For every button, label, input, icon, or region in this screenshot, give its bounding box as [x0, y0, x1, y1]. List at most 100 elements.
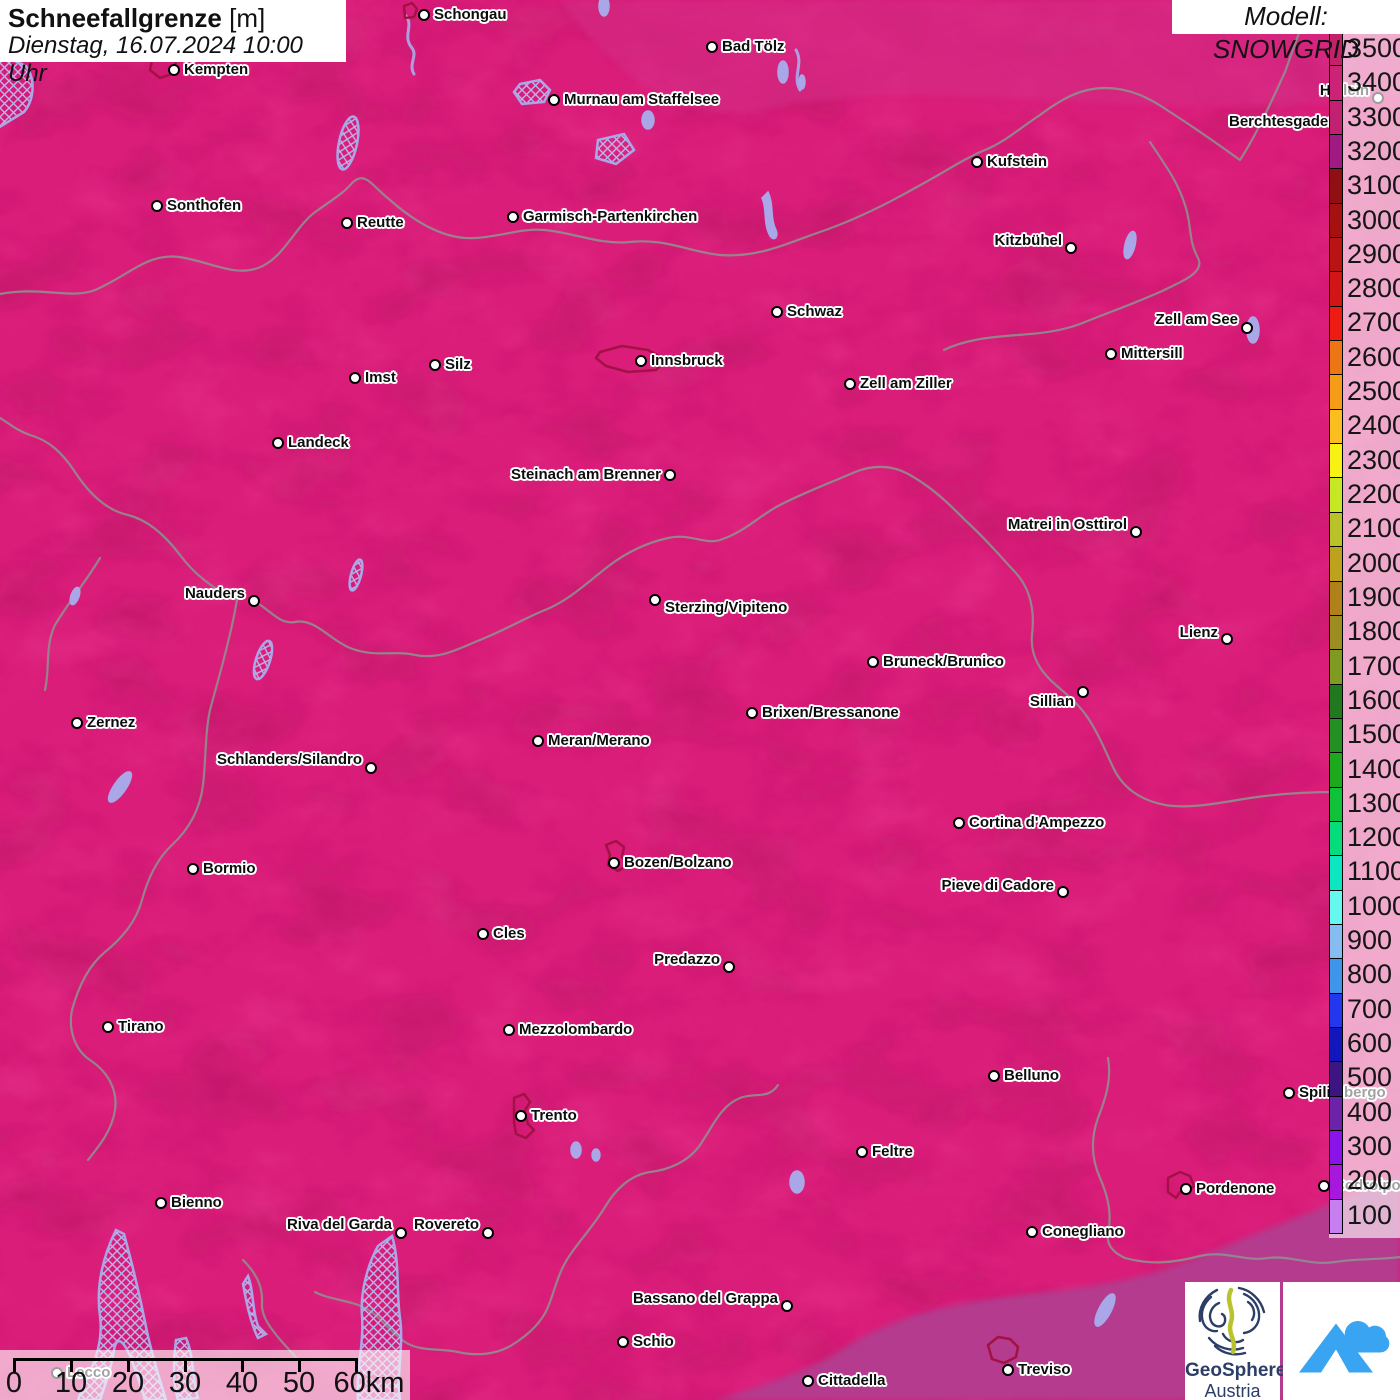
- city-label: Schwaz: [787, 303, 843, 320]
- city-label: Predazzo: [654, 951, 720, 968]
- city-dot: [502, 1023, 515, 1036]
- city-label: Zell am See: [1155, 311, 1238, 328]
- city-label: Murnau am Staffelsee: [564, 91, 720, 108]
- city-dot: [801, 1374, 814, 1387]
- title-unit: [m]: [229, 3, 266, 33]
- city-label: Landeck: [288, 434, 349, 451]
- title-box: Schneefallgrenze [m] Dienstag, 16.07.202…: [0, 0, 346, 87]
- city-label: Feltre: [872, 1143, 913, 1160]
- city-label: Zell am Ziller: [860, 375, 952, 392]
- city-label: Hallein: [1319, 82, 1369, 99]
- city-label: Sterzing/Vipiteno: [665, 599, 788, 616]
- scalebar-label: 0: [5, 1367, 23, 1399]
- city-label: Bassano del Grappa: [632, 1290, 778, 1307]
- city-label: Spilimbergo: [1299, 1084, 1386, 1101]
- city-label: Matrei in Osttirol: [1007, 516, 1127, 533]
- city-dot: [364, 761, 377, 774]
- city-label: Mittersill: [1121, 345, 1183, 362]
- geosphere-logo-icon: [1198, 1286, 1266, 1356]
- scalebar-label: 20: [111, 1367, 145, 1399]
- city-label: Reutte: [357, 214, 404, 231]
- model-label: Modell: SNOWGRID: [1172, 0, 1400, 64]
- weather-map-page: Schongau Bad Tölz Kempten Murnau am Staffel…: [0, 0, 1400, 1400]
- city-dot: [154, 1196, 167, 1209]
- city-dot: [722, 960, 735, 973]
- scalebar: 0 10 20 30 40 50 60km: [0, 1350, 410, 1400]
- scalebar-label: 40: [225, 1367, 259, 1399]
- city-dot: [648, 593, 661, 606]
- city-label: Conegliano: [1042, 1223, 1124, 1240]
- city-label: Cittadella: [818, 1372, 886, 1389]
- city-markers-layer: Schongau Bad Tölz Kempten Murnau am Staffel…: [0, 0, 1400, 1400]
- city-label: Trento: [531, 1107, 577, 1124]
- snowgrid-logo: [1283, 1282, 1400, 1400]
- city-label: Schongau: [434, 6, 507, 23]
- city-label: Cles: [493, 925, 525, 942]
- scalebar-label: 50: [282, 1367, 316, 1399]
- city-label: Bienno: [171, 1194, 222, 1211]
- city-dot: [247, 594, 260, 607]
- city-label: Pordenone: [1196, 1180, 1275, 1197]
- city-label: Meran/Merano: [548, 732, 650, 749]
- city-dot: [634, 354, 647, 367]
- city-dot: [394, 1226, 407, 1239]
- page-title: Schneefallgrenze [m]: [8, 4, 338, 32]
- city-dot: [531, 734, 544, 747]
- city-label: Schlanders/Silandro: [216, 751, 362, 768]
- city-dot: [1240, 321, 1253, 334]
- city-label: Garmisch-Partenkirchen: [523, 208, 698, 225]
- city-dot: [514, 1109, 527, 1122]
- city-dot: [1371, 91, 1384, 104]
- city-label: Bozen/Bolzano: [624, 854, 732, 871]
- city-dot: [186, 862, 199, 875]
- city-dot: [70, 716, 83, 729]
- city-dot: [952, 816, 965, 829]
- city-dot: [843, 377, 856, 390]
- city-dot: [866, 655, 879, 668]
- city-dot: [1282, 1086, 1295, 1099]
- city-label: Bad Tölz: [722, 38, 785, 55]
- geosphere-logo-text: GeoSphere: [1185, 1360, 1287, 1381]
- city-dot: [101, 1020, 114, 1033]
- city-dot: [855, 1145, 868, 1158]
- city-label: Silz: [445, 356, 471, 373]
- city-dot: [770, 305, 783, 318]
- scalebar-label: 30: [168, 1367, 202, 1399]
- city-dot: [428, 358, 441, 371]
- city-dot: [506, 210, 519, 223]
- city-dot: [745, 706, 758, 719]
- city-dot: [1129, 525, 1142, 538]
- city-label: Nauders: [184, 585, 245, 602]
- city-label: Schio: [633, 1333, 674, 1350]
- city-dot: [1025, 1225, 1038, 1238]
- city-label: Treviso: [1018, 1361, 1071, 1378]
- city-dot: [1076, 685, 1089, 698]
- city-dot: [1220, 632, 1233, 645]
- city-label: Kitzbühel: [994, 232, 1063, 249]
- city-label: Brixen/Bressanone: [762, 704, 899, 721]
- city-label: Rovereto: [413, 1216, 479, 1233]
- city-label: Kufstein: [987, 153, 1047, 170]
- city-label: Sillian: [1029, 693, 1074, 710]
- city-dot: [663, 468, 676, 481]
- city-dot: [1001, 1363, 1014, 1376]
- city-label: Pieve di Cadore: [941, 877, 1054, 894]
- geosphere-logo-subtext: Austria: [1204, 1381, 1261, 1400]
- city-dot: [417, 8, 430, 21]
- city-label: Codroipo: [1334, 1177, 1400, 1194]
- mountain-cloud-icon: [1299, 1321, 1390, 1373]
- scalebar-label: 60km: [333, 1367, 405, 1399]
- geosphere-logo: GeoSphere Austria: [1185, 1282, 1287, 1400]
- city-dot: [1104, 347, 1117, 360]
- city-dot: [780, 1299, 793, 1312]
- city-label: Mezzolombardo: [519, 1021, 633, 1038]
- city-label: Zernez: [87, 714, 136, 731]
- title-text: Schneefallgrenze: [8, 3, 222, 33]
- city-dot: [348, 371, 361, 384]
- city-dot: [547, 93, 560, 106]
- city-label: Steinach am Brenner: [510, 466, 661, 483]
- city-label: Belluno: [1004, 1067, 1059, 1084]
- city-label: Cortina d'Ampezzo: [969, 814, 1105, 831]
- city-dot: [987, 1069, 1000, 1082]
- city-dot: [705, 40, 718, 53]
